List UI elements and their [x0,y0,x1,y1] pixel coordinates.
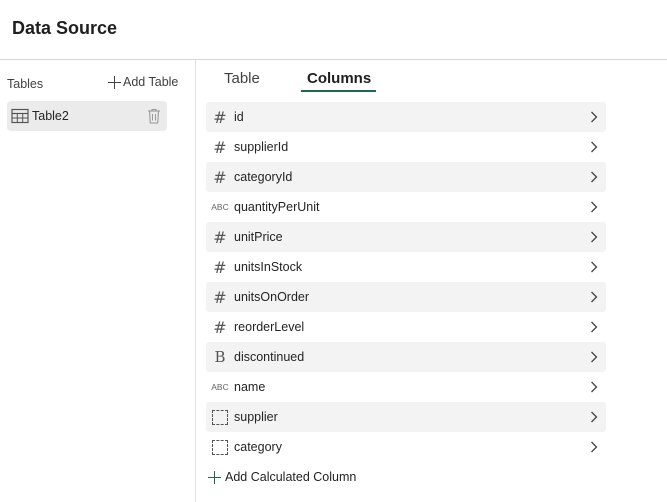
column-name: discontinued [234,350,305,364]
hash-icon: # [213,317,227,337]
trash-icon[interactable] [147,108,161,124]
hash-icon: # [213,257,227,277]
column-row-name[interactable]: ABC name [206,372,606,402]
column-row-unitsonorder[interactable]: # unitsOnOrder [206,282,606,312]
hash-icon: # [213,167,227,187]
header: Data Source [0,0,667,60]
column-name: supplier [234,410,278,424]
object-icon [210,409,230,425]
column-row-unitprice[interactable]: # unitPrice [206,222,606,252]
add-table-button[interactable]: Add Table [108,75,178,89]
column-name: unitsInStock [234,260,303,274]
column-name: categoryId [234,170,293,184]
column-row-discontinued[interactable]: Bdiscontinued [206,342,606,372]
column-row-quantityperunit[interactable]: ABC quantityPerUnit [206,192,606,222]
chevron-right-icon[interactable] [590,261,598,273]
abc-icon: ABC [211,202,229,212]
add-calculated-column-label: Add Calculated Column [225,470,357,484]
chevron-right-icon[interactable] [590,141,598,153]
table-grid-icon [11,108,29,124]
column-name: reorderLevel [234,320,305,334]
table-item-table2[interactable]: Table2 [7,101,167,131]
column-name: supplierId [234,140,289,154]
columns-list: # id # supplierId # categoryId ABC quantityPerU… [206,102,606,462]
chevron-right-icon[interactable] [590,411,598,423]
hash-icon: # [213,107,227,127]
chevron-right-icon[interactable] [590,201,598,213]
chevron-right-icon[interactable] [590,291,598,303]
hash-icon: # [213,137,227,157]
page-title: Data Source [12,18,118,38]
column-name: unitsOnOrder [234,290,310,304]
plus-icon [108,75,121,89]
object-icon [210,439,230,455]
column-row-reorderlevel[interactable]: # reorderLevel [206,312,606,342]
column-row-category[interactable]: category [206,432,606,462]
column-name: category [234,440,282,454]
column-name: quantityPerUnit [234,200,320,214]
column-name: name [234,380,266,394]
chevron-right-icon[interactable] [590,441,598,453]
column-name: id [234,110,244,124]
tables-label: Tables [7,77,44,91]
hash-icon: # [213,227,227,247]
column-row-unitsinstock[interactable]: # unitsInStock [206,252,606,282]
column-row-supplierid[interactable]: # supplierId [206,132,606,162]
chevron-right-icon[interactable] [590,321,598,333]
column-row-id[interactable]: # id [206,102,606,132]
tab-bar: Table Columns [196,60,667,94]
chevron-right-icon[interactable] [590,171,598,183]
add-table-label: Add Table [123,75,179,89]
column-row-categoryid[interactable]: # categoryId [206,162,606,192]
chevron-right-icon[interactable] [590,381,598,393]
boolean-icon: B [214,348,226,366]
active-tab-indicator [301,90,376,92]
column-row-supplier[interactable]: supplier [206,402,606,432]
chevron-right-icon[interactable] [590,231,598,243]
chevron-right-icon[interactable] [590,111,598,123]
chevron-right-icon[interactable] [590,351,598,363]
tab-table[interactable]: Table [224,70,260,87]
plus-icon [208,470,221,484]
column-name: unitPrice [234,230,283,244]
tables-panel: Tables Add Table Table2 [0,60,196,502]
tab-columns[interactable]: Columns [307,70,371,87]
table-item-label: Table2 [32,109,69,123]
abc-icon: ABC [211,382,229,392]
add-calculated-column-button[interactable]: Add Calculated Column [208,470,356,484]
hash-icon: # [213,287,227,307]
